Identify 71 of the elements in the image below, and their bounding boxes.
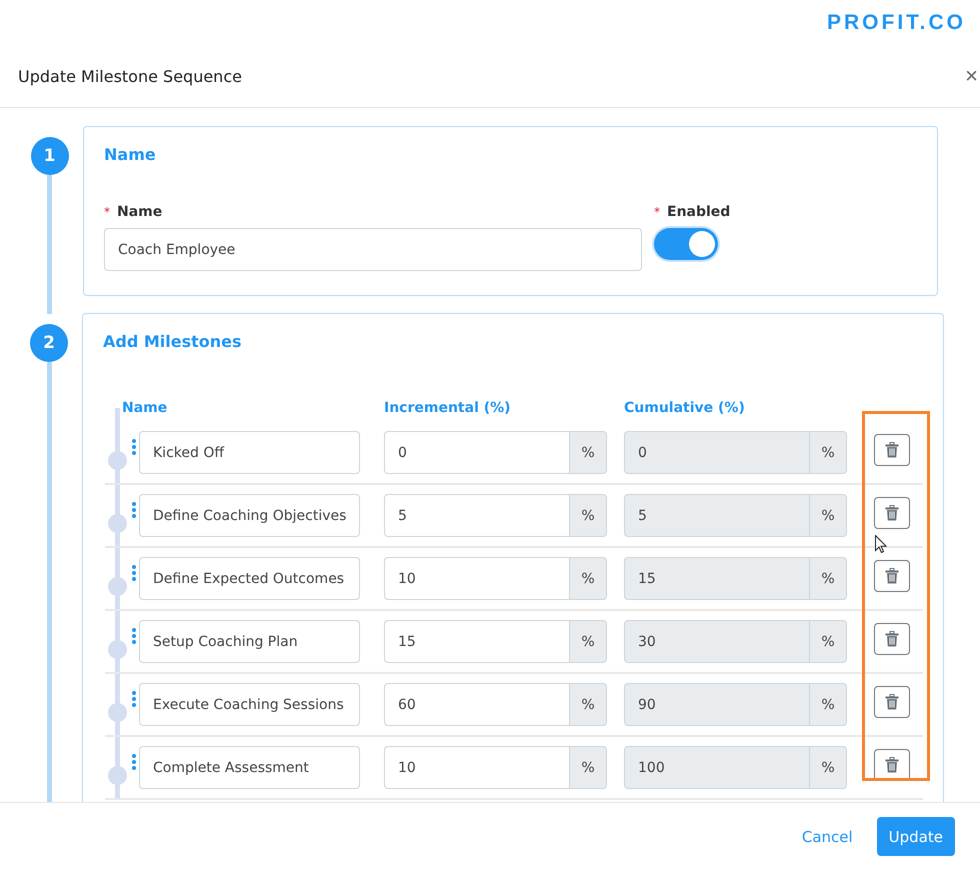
percent-addon: % [569,431,607,474]
cumulative-field[interactable]: 30 [624,620,809,663]
milestone-name-field[interactable]: Kicked Off [139,431,360,474]
delete-button[interactable] [874,496,910,528]
cumulative-field[interactable]: 90 [624,683,809,726]
cumulative-field[interactable]: 0 [624,431,809,474]
pointer-icon [875,535,887,553]
milestone-name-field[interactable]: Define Coaching Objectives [139,494,360,537]
column-header: Cumulative (%) [624,400,746,416]
percent-addon: % [569,746,607,789]
drag-handle-icon[interactable] [132,502,136,518]
drag-handle-icon[interactable] [132,628,136,644]
milestone-name-field[interactable]: Define Expected Outcomes [139,557,360,600]
section-title: Add Milestones [103,332,243,351]
percent-addon: % [809,494,847,537]
cumulative-field[interactable]: 5 [624,494,809,537]
cumulative-field[interactable]: 15 [624,557,809,600]
required-mark: * [654,205,660,219]
percent-addon: % [809,620,847,663]
drag-handle-icon[interactable] [132,565,136,581]
delete-button[interactable] [874,748,910,780]
field-label: Enabled [667,204,730,220]
delete-button[interactable] [874,686,910,718]
dialog-title: Update Milestone Sequence [18,66,242,86]
timeline-dot [108,703,127,722]
timeline-dot [108,640,127,659]
incremental-field[interactable]: 10 [384,746,569,789]
timeline-dot [108,514,127,533]
percent-addon: % [809,746,847,789]
percent-addon: % [569,494,607,537]
close-button[interactable]: × [963,63,980,89]
percent-addon: % [809,683,847,726]
timeline-dot [108,766,127,785]
milestone-name-field[interactable]: Setup Coaching Plan [139,620,360,663]
section-title: Name [104,145,157,164]
trash-icon [885,694,899,710]
delete-button[interactable] [874,622,910,654]
step-number: 1 [30,137,68,175]
percent-addon: % [809,431,847,474]
trash-icon [885,756,899,772]
timeline-dot [108,451,127,470]
incremental-field[interactable]: 60 [384,683,569,726]
field-label: Name [117,204,162,220]
required-mark: * [104,205,110,219]
delete-button[interactable] [874,434,910,466]
trash-icon [885,504,899,520]
incremental-field[interactable]: 15 [384,620,569,663]
step-number: 2 [30,324,68,362]
timeline-dot [108,577,127,596]
percent-addon: % [569,620,607,663]
percent-addon: % [569,683,607,726]
delete-button[interactable] [874,560,910,592]
toggle-switch[interactable] [654,228,718,260]
incremental-field[interactable]: 5 [384,494,569,537]
trash-icon [885,568,899,584]
drag-handle-icon[interactable] [132,439,136,455]
column-header: Incremental (%) [384,400,512,416]
milestone-name-field[interactable]: Execute Coaching Sessions [139,683,360,726]
cumulative-field[interactable]: 100 [624,746,809,789]
trash-icon [885,442,899,458]
brand-logo: PROFIT.CO [826,10,966,34]
name-field[interactable]: Coach Employee [104,228,642,271]
percent-addon: % [809,557,847,600]
drag-handle-icon[interactable] [132,691,136,707]
column-header: Name [122,400,168,416]
trash-icon [885,630,899,646]
milestone-name-field[interactable]: Complete Assessment [139,746,360,789]
drag-handle-icon[interactable] [132,754,136,770]
incremental-field[interactable]: 0 [384,431,569,474]
incremental-field[interactable]: 10 [384,557,569,600]
percent-addon: % [569,557,607,600]
